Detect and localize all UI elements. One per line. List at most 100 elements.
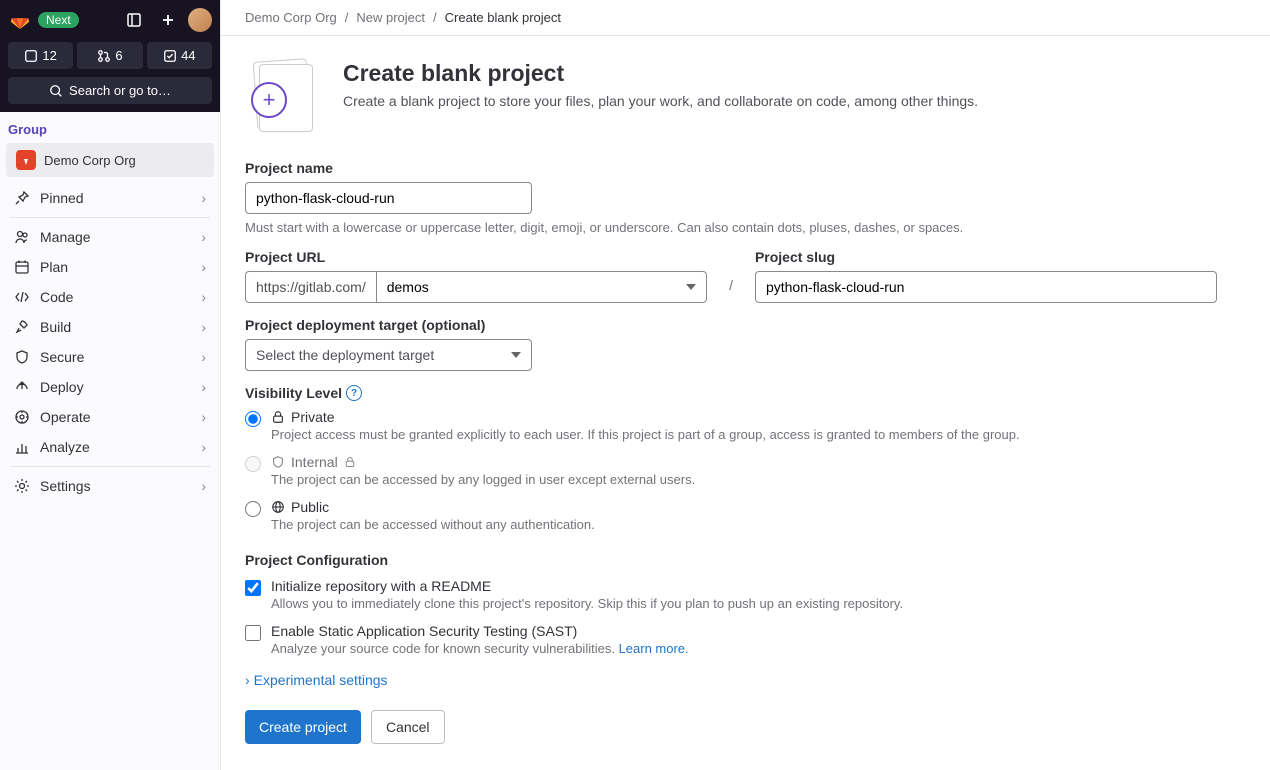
namespace-select[interactable]: demos — [376, 271, 707, 303]
experimental-settings-toggle[interactable]: › Experimental settings — [245, 672, 1217, 688]
chevron-right-icon: › — [201, 319, 206, 335]
group-item[interactable]: Demo Corp Org — [6, 143, 214, 177]
breadcrumb-org[interactable]: Demo Corp Org — [245, 10, 337, 25]
sast-title: Enable Static Application Security Testi… — [271, 623, 577, 639]
main-content: Demo Corp Org / New project / Create bla… — [221, 0, 1270, 770]
nav-item-pinned[interactable]: Pinned › — [0, 183, 220, 213]
sast-checkbox[interactable] — [245, 625, 261, 641]
slash-separator: / — [725, 249, 737, 293]
chevron-right-icon: › — [201, 409, 206, 425]
sidebar-toggle-icon[interactable] — [120, 6, 148, 34]
cancel-button[interactable]: Cancel — [371, 710, 445, 744]
project-slug-input[interactable] — [755, 271, 1217, 303]
project-slug-label: Project slug — [755, 249, 1217, 265]
project-illustration: + — [245, 60, 325, 132]
visibility-public-radio[interactable] — [245, 501, 261, 517]
lock-small-icon — [344, 456, 356, 468]
nav-item-analyze[interactable]: Analyze › — [0, 432, 220, 462]
base-url: https://gitlab.com/ — [245, 271, 376, 303]
nav-item-build[interactable]: Build › — [0, 312, 220, 342]
search-label: Search or go to… — [69, 83, 171, 98]
chevron-right-icon: › — [201, 289, 206, 305]
shield-icon — [14, 349, 30, 365]
users-icon — [14, 229, 30, 245]
plus-circle-icon: + — [251, 82, 287, 118]
project-config-label: Project Configuration — [245, 552, 1217, 568]
deployment-target-select[interactable]: Select the deployment target — [245, 339, 532, 371]
deployment-target-label: Project deployment target (optional) — [245, 317, 1217, 333]
gear-icon — [14, 478, 30, 494]
visibility-private-desc: Project access must be granted explicitl… — [271, 427, 1217, 442]
visibility-internal-desc: The project can be accessed by any logge… — [271, 472, 1217, 487]
project-name-help: Must start with a lowercase or uppercase… — [245, 220, 1217, 235]
visibility-private-title: Private — [291, 409, 335, 425]
nav-label: Pinned — [40, 190, 84, 206]
chevron-right-icon: › — [201, 379, 206, 395]
chevron-right-icon: › — [201, 190, 206, 206]
project-url-label: Project URL — [245, 249, 707, 265]
issues-count: 12 — [42, 48, 56, 63]
chevron-right-icon: › — [201, 229, 206, 245]
nav-label: Operate — [40, 409, 91, 425]
create-project-button[interactable]: Create project — [245, 710, 361, 744]
plus-icon[interactable] — [154, 6, 182, 34]
visibility-internal-title: Internal — [291, 454, 338, 470]
nav-label: Code — [40, 289, 73, 305]
chart-icon — [14, 439, 30, 455]
nav-label: Deploy — [40, 379, 84, 395]
chevron-right-icon: › — [201, 349, 206, 365]
nav-item-code[interactable]: Code › — [0, 282, 220, 312]
readme-checkbox[interactable] — [245, 580, 261, 596]
search-button[interactable]: Search or go to… — [8, 77, 212, 104]
nav-label: Analyze — [40, 439, 90, 455]
nav-item-operate[interactable]: Operate › — [0, 402, 220, 432]
nav-label: Manage — [40, 229, 91, 245]
sidebar-topbar: Next 12 6 44 S — [0, 0, 220, 112]
sidebar: Next 12 6 44 S — [0, 0, 221, 770]
help-icon[interactable]: ? — [346, 385, 362, 401]
nav-label: Build — [40, 319, 71, 335]
calendar-icon — [14, 259, 30, 275]
next-badge[interactable]: Next — [38, 12, 79, 28]
nav-item-settings[interactable]: Settings › — [0, 471, 220, 501]
page-title: Create blank project — [343, 60, 978, 87]
nav-item-deploy[interactable]: Deploy › — [0, 372, 220, 402]
nav-item-secure[interactable]: Secure › — [0, 342, 220, 372]
nav-item-plan[interactable]: Plan › — [0, 252, 220, 282]
gitlab-logo-icon[interactable] — [8, 8, 32, 32]
chevron-right-icon: › — [245, 672, 250, 688]
operate-icon — [14, 409, 30, 425]
deploy-icon — [14, 379, 30, 395]
chevron-right-icon: › — [201, 259, 206, 275]
visibility-public-title: Public — [291, 499, 329, 515]
merge-requests-counter[interactable]: 6 — [77, 42, 142, 69]
nav-divider — [10, 217, 210, 218]
visibility-internal-radio — [245, 456, 261, 472]
shield-icon — [271, 455, 285, 469]
chevron-right-icon: › — [201, 478, 206, 494]
breadcrumb-current: Create blank project — [445, 10, 561, 25]
code-icon — [14, 289, 30, 305]
visibility-private-radio[interactable] — [245, 411, 261, 427]
breadcrumb: Demo Corp Org / New project / Create bla… — [221, 0, 1270, 36]
nav-label: Settings — [40, 478, 91, 494]
nav-divider — [10, 466, 210, 467]
nav-item-manage[interactable]: Manage › — [0, 222, 220, 252]
todos-count: 44 — [181, 48, 195, 63]
nav-list: Pinned › Manage › Plan › Code › — [0, 183, 220, 501]
todos-counter[interactable]: 44 — [147, 42, 212, 69]
nav-label: Secure — [40, 349, 84, 365]
search-icon — [49, 84, 63, 98]
page-subtitle: Create a blank project to store your fil… — [343, 93, 978, 109]
group-name: Demo Corp Org — [44, 153, 136, 168]
visibility-public-desc: The project can be accessed without any … — [271, 517, 1217, 532]
avatar[interactable] — [188, 8, 212, 32]
learn-more-link[interactable]: Learn more. — [619, 641, 689, 656]
issues-counter[interactable]: 12 — [8, 42, 73, 69]
globe-icon — [271, 500, 285, 514]
group-avatar-icon — [16, 150, 36, 170]
sidebar-section-label: Group — [0, 112, 220, 143]
project-name-input[interactable] — [245, 182, 532, 214]
breadcrumb-new-project[interactable]: New project — [356, 10, 425, 25]
lock-icon — [271, 410, 285, 424]
